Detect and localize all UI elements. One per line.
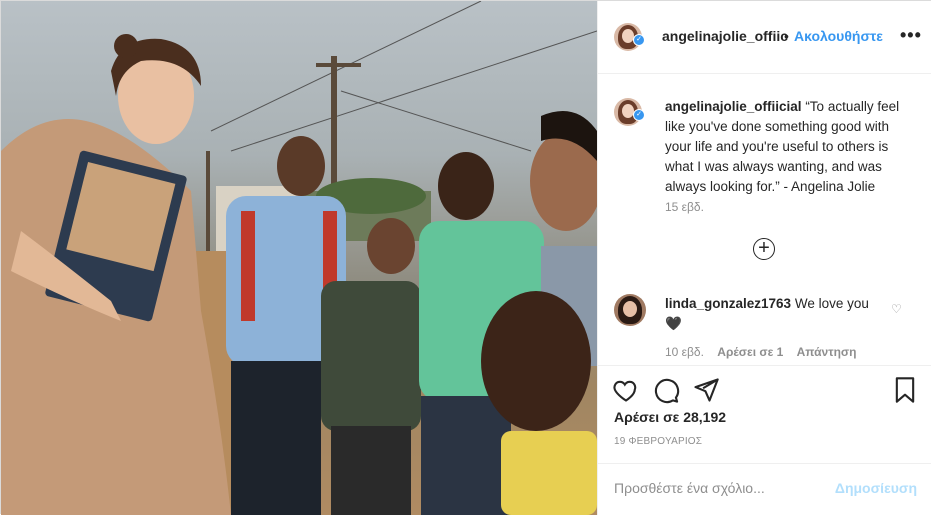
follow-button[interactable]: Ακολουθήστε <box>794 28 883 44</box>
post-header: ✓ angelinajolie_offiic • Ακολουθήστε ••• <box>598 1 931 74</box>
add-comment-bar: Προσθέστε ένα σχόλιο... Δημοσίευση <box>598 463 931 516</box>
post-photo[interactable] <box>1 1 597 515</box>
share-icon[interactable] <box>692 376 720 404</box>
caption-age: 15 εβδ. <box>665 200 704 214</box>
commenter-avatar[interactable] <box>614 294 646 326</box>
bookmark-icon[interactable] <box>891 376 919 404</box>
post-actions: Αρέσει σε 28,192 19 ΦΕΒΡΟΥΑΡΙΟΣ <box>598 365 931 466</box>
plus-circle-icon[interactable]: + <box>753 238 775 260</box>
author-username[interactable]: angelinajolie_offiic <box>662 28 788 44</box>
instagram-post: ✓ angelinajolie_offiic • Ακολουθήστε •••… <box>0 0 931 515</box>
comment-username[interactable]: linda_gonzalez1763 <box>665 296 791 311</box>
comment-age: 10 εβδ. <box>665 345 704 359</box>
comment-meta: 10 εβδ. Αρέσει σε 1 Απάντηση <box>665 345 866 359</box>
header-separator: • <box>784 28 789 44</box>
post-comment-button[interactable]: Δημοσίευση <box>835 480 917 496</box>
comment-likes[interactable]: Αρέσει σε 1 <box>717 345 783 359</box>
comment-item: linda_gonzalez1763 We love you 🖤 <box>665 294 885 334</box>
comments-section: ✓ angelinajolie_offiicial “To actually f… <box>598 74 931 364</box>
likes-count[interactable]: Αρέσει σε 28,192 <box>614 409 726 425</box>
post-caption: angelinajolie_offiicial “To actually fee… <box>665 97 915 197</box>
more-options-icon[interactable]: ••• <box>900 25 922 46</box>
comment-input[interactable]: Προσθέστε ένα σχόλιο... <box>614 480 765 496</box>
post-date: 19 ΦΕΒΡΟΥΑΡΙΟΣ <box>614 436 703 447</box>
verified-badge-icon: ✓ <box>633 109 645 121</box>
comment-icon[interactable] <box>652 376 680 404</box>
comment-emoji: 🖤 <box>665 316 682 331</box>
comment-like-heart-icon[interactable]: ♡ <box>891 302 902 316</box>
comment-text: We love you <box>794 296 869 311</box>
photo-illustration <box>1 1 597 515</box>
heart-icon[interactable] <box>612 376 640 404</box>
verified-badge-icon: ✓ <box>633 34 645 46</box>
reply-button[interactable]: Απάντηση <box>797 345 857 359</box>
caption-username[interactable]: angelinajolie_offiicial <box>665 99 802 114</box>
post-side-panel: ✓ angelinajolie_offiic • Ακολουθήστε •••… <box>597 1 931 515</box>
